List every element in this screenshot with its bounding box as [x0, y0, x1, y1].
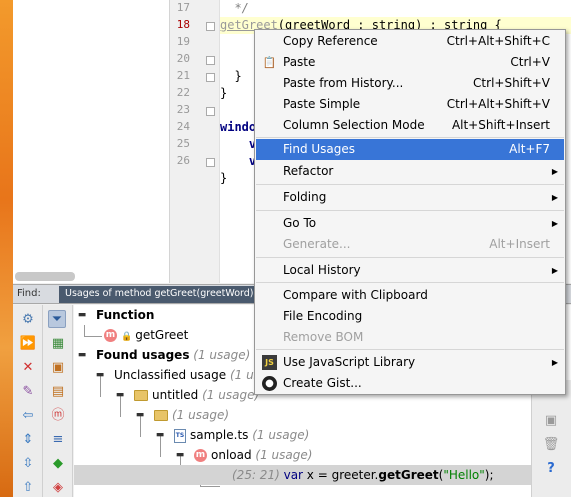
menu-separator: [256, 282, 564, 283]
line-number: 21: [176, 69, 190, 82]
collapse-all-icon[interactable]: ⇳: [19, 455, 37, 473]
help-icon[interactable]: ?: [542, 460, 560, 478]
menu-item-paste-from-history[interactable]: Paste from History... Ctrl+Shift+V: [256, 73, 564, 94]
tree-node-method[interactable]: ▬ m onload (1 usage): [74, 445, 571, 465]
github-icon: ●: [262, 376, 277, 391]
menu-item-refactor[interactable]: Refactor ▶: [256, 161, 564, 182]
menu-item-create-gist[interactable]: ● Create Gist...: [256, 373, 564, 394]
submenu-arrow-icon: ▶: [551, 266, 558, 275]
menu-item-local-history[interactable]: Local History ▶: [256, 260, 564, 281]
menu-item-go-to[interactable]: Go To ▶: [256, 213, 564, 234]
submenu-arrow-icon: ▶: [551, 167, 558, 176]
line-number: 22: [176, 86, 190, 99]
menu-item-compare-with-clipboard[interactable]: Compare with Clipboard: [256, 285, 564, 306]
collapse-icon[interactable]: ▬: [76, 309, 88, 321]
collapse-icon[interactable]: ▬: [76, 349, 88, 361]
line-number: 25: [176, 137, 190, 150]
code-line: }: [220, 86, 228, 100]
collapse-icon[interactable]: ▬: [114, 389, 126, 401]
find-toolbar-right: ⏷ ▦ ▣ ▤ ⓜ ≡ ◆ ◈: [43, 305, 73, 497]
line-number: 19: [176, 35, 190, 48]
folder-icon: [154, 410, 168, 421]
filter-icon[interactable]: ⏷: [48, 310, 66, 328]
fold-marker-icon[interactable]: [206, 22, 215, 31]
code-line: }: [220, 171, 228, 185]
menu-separator: [256, 210, 564, 211]
project-panel[interactable]: [13, 0, 170, 283]
line-number: 20: [176, 52, 190, 65]
desktop-background: [0, 0, 13, 497]
submenu-arrow-icon: ▶: [551, 219, 558, 228]
collapse-icon[interactable]: ▬: [154, 429, 166, 441]
line-number: 18: [176, 18, 190, 31]
preview-toolbar: ▣ 🗑 ?: [531, 380, 571, 497]
editor-gutter[interactable]: 17 18 19 20 21 22 23 24 25 26: [170, 0, 220, 283]
expand-all-icon[interactable]: ⇕: [19, 431, 37, 449]
group-by-directory-icon[interactable]: ▤: [49, 383, 67, 401]
collapse-icon[interactable]: ▬: [134, 409, 146, 421]
menu-item-find-usages[interactable]: Find Usages Alt+F7: [256, 139, 564, 160]
menu-item-paste-simple[interactable]: Paste Simple Ctrl+Alt+Shift+V: [256, 94, 564, 115]
menu-item-paste[interactable]: 📋 Paste Ctrl+V: [256, 52, 564, 73]
tree-node-subfolder[interactable]: ▬ (1 usage): [74, 405, 571, 425]
menu-separator: [256, 184, 564, 185]
js-library-icon: JS: [262, 355, 277, 370]
menu-separator: [256, 349, 564, 350]
next-occurrence-icon[interactable]: ⏩: [19, 335, 37, 353]
exclude-icon[interactable]: ◈: [49, 479, 67, 497]
menu-separator: [256, 257, 564, 258]
find-label: Find:: [17, 288, 41, 299]
menu-item-remove-bom[interactable]: Remove BOM: [256, 327, 564, 348]
code-line: windo: [220, 120, 257, 134]
menu-item-copy-reference[interactable]: Copy Reference Ctrl+Alt+Shift+C: [256, 31, 564, 52]
pin-icon[interactable]: ✎: [19, 383, 37, 401]
collapse-icon[interactable]: ▬: [174, 449, 186, 461]
find-toolbar-left: ⚙ ⏩ ✕ ✎ ⇦ ⇕ ⇳ ⇧: [13, 305, 43, 497]
previous-icon[interactable]: ⇦: [19, 407, 37, 425]
group-by-method-icon[interactable]: ⓜ: [49, 407, 67, 425]
fold-marker-icon[interactable]: [206, 56, 215, 65]
menu-item-use-javascript-library[interactable]: JS Use JavaScript Library ▶: [256, 352, 564, 373]
close-icon[interactable]: ✕: [19, 359, 37, 377]
context-menu: Copy Reference Ctrl+Alt+Shift+C 📋 Paste Ct…: [254, 29, 566, 395]
menu-item-file-encoding[interactable]: File Encoding: [256, 306, 564, 327]
method-icon: m: [104, 329, 117, 342]
delete-icon[interactable]: 🗑: [542, 436, 560, 454]
submenu-arrow-icon: ▶: [551, 358, 558, 367]
menu-item-generate[interactable]: Generate... Alt+Insert: [256, 234, 564, 255]
collapse-icon[interactable]: ▬: [94, 369, 106, 381]
code-line: */: [220, 1, 249, 15]
submenu-arrow-icon: ▶: [551, 193, 558, 202]
module-folder-icon: [134, 390, 148, 401]
group-by-type-icon[interactable]: ▣: [49, 359, 67, 377]
group-by-module-icon[interactable]: ▦: [49, 335, 67, 353]
menu-item-folding[interactable]: Folding ▶: [256, 187, 564, 208]
lock-icon: 🔒: [121, 332, 133, 342]
line-number: 26: [176, 154, 190, 167]
line-number: 17: [176, 1, 190, 14]
line-number: 23: [176, 103, 190, 116]
tree-guide: [200, 486, 220, 487]
code-line: }: [220, 69, 242, 83]
line-number: 24: [176, 120, 190, 133]
paste-icon: 📋: [262, 56, 277, 69]
fold-marker-icon[interactable]: [206, 107, 215, 116]
tree-node-file[interactable]: ▬ TS sample.ts (1 usage): [74, 425, 571, 445]
tree-node-usage[interactable]: (25: 21) var x = greeter.getGreet("Hello…: [74, 465, 571, 485]
menu-item-column-selection-mode[interactable]: Column Selection Mode Alt+Shift+Insert: [256, 115, 564, 136]
method-icon: m: [194, 449, 207, 462]
merge-usages-icon[interactable]: ≡: [49, 431, 67, 449]
menu-separator: [256, 137, 564, 138]
up-icon[interactable]: ⇧: [19, 479, 37, 497]
typescript-file-icon: TS: [174, 428, 186, 443]
horizontal-scrollbar[interactable]: [15, 272, 75, 281]
fold-marker-icon[interactable]: [206, 158, 215, 167]
fold-marker-icon[interactable]: [206, 73, 215, 82]
rerun-icon[interactable]: ⚙: [19, 311, 37, 329]
navigate-icon[interactable]: ◆: [49, 455, 67, 473]
export-icon[interactable]: ▣: [542, 412, 560, 430]
